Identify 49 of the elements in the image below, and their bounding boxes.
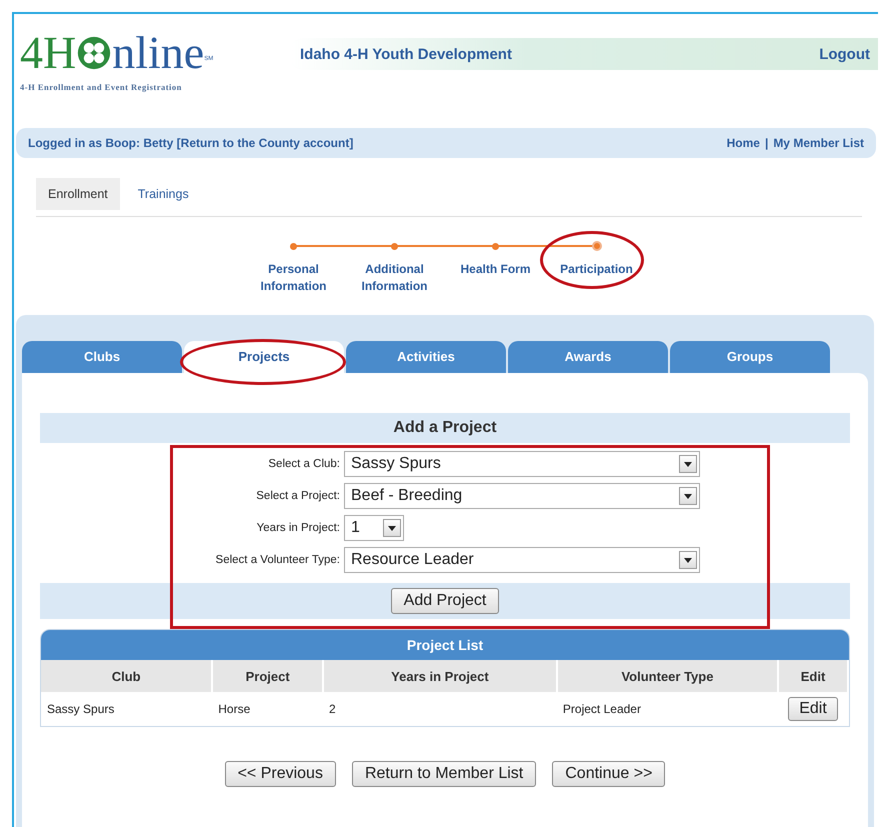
dropdown-value: Beef - Breeding bbox=[351, 487, 462, 505]
section-tab[interactable]: Groups bbox=[670, 341, 830, 373]
nav-button[interactable]: Continue >> bbox=[552, 761, 666, 787]
field-label: Select a Project: bbox=[255, 490, 341, 502]
nav-link[interactable]: My Member List bbox=[773, 136, 864, 150]
top-tab[interactable]: Trainings bbox=[126, 178, 201, 210]
dropdown-value: Resource Leader bbox=[351, 551, 474, 569]
step-link[interactable]: Health Form bbox=[460, 261, 530, 278]
dropdown-field[interactable]: 1 bbox=[344, 515, 404, 541]
column-header: Club bbox=[41, 660, 212, 692]
table-cell: 2 bbox=[323, 692, 557, 726]
link-separator: | bbox=[764, 136, 768, 150]
column-header: Project bbox=[212, 660, 323, 692]
step-link[interactable]: Additional Information bbox=[344, 261, 445, 295]
section-tab[interactable]: Awards bbox=[508, 341, 668, 373]
table-cell: Sassy Spurs bbox=[41, 692, 212, 726]
site-title: Idaho 4-H Youth Development bbox=[300, 46, 512, 62]
field-label: Select a Volunteer Type: bbox=[214, 554, 341, 566]
section-tab[interactable]: Clubs bbox=[22, 341, 182, 373]
section-tab[interactable]: Projects bbox=[184, 341, 344, 373]
dropdown-field[interactable]: Beef - Breeding bbox=[344, 483, 700, 509]
field-label: Years in Project: bbox=[256, 522, 341, 534]
step-link[interactable]: Personal Information bbox=[243, 261, 344, 295]
clover-icon bbox=[77, 36, 112, 70]
dropdown-value: Sassy Spurs bbox=[351, 455, 441, 473]
dropdown-field[interactable]: Sassy Spurs bbox=[344, 451, 700, 477]
login-text: Logged in as Boop: Betty [Return to the County account] bbox=[28, 136, 354, 150]
field-label: Select a Club: bbox=[267, 458, 341, 470]
table-cell: Horse bbox=[212, 692, 323, 726]
add-project-button[interactable]: Add Project bbox=[390, 588, 500, 614]
section-title: Add a Project bbox=[393, 419, 497, 437]
column-header: Volunteer Type bbox=[556, 660, 778, 692]
top-tab[interactable]: Enrollment bbox=[36, 178, 120, 210]
logo-tagline: 4-H Enrollment and Event Registration bbox=[20, 82, 183, 92]
column-header: Edit bbox=[778, 660, 848, 692]
nav-button[interactable]: << Previous bbox=[224, 761, 336, 787]
nav-button[interactable]: Return to Member List bbox=[352, 761, 536, 787]
column-header: Years in Project bbox=[323, 660, 557, 692]
logo-text: 4H bbox=[20, 28, 76, 78]
dropdown-field[interactable]: Resource Leader bbox=[344, 547, 700, 573]
logo-text: nline bbox=[112, 28, 204, 78]
edit-button[interactable]: Edit bbox=[788, 697, 838, 721]
table-cell: Project Leader bbox=[556, 692, 778, 726]
nav-link[interactable]: Home bbox=[726, 136, 760, 150]
logout-link[interactable]: Logout bbox=[819, 46, 870, 62]
section-tab[interactable]: Activities bbox=[346, 341, 506, 373]
dropdown-value: 1 bbox=[351, 519, 360, 537]
step-link[interactable]: Participation bbox=[560, 261, 633, 278]
list-title: Project List bbox=[406, 637, 484, 653]
